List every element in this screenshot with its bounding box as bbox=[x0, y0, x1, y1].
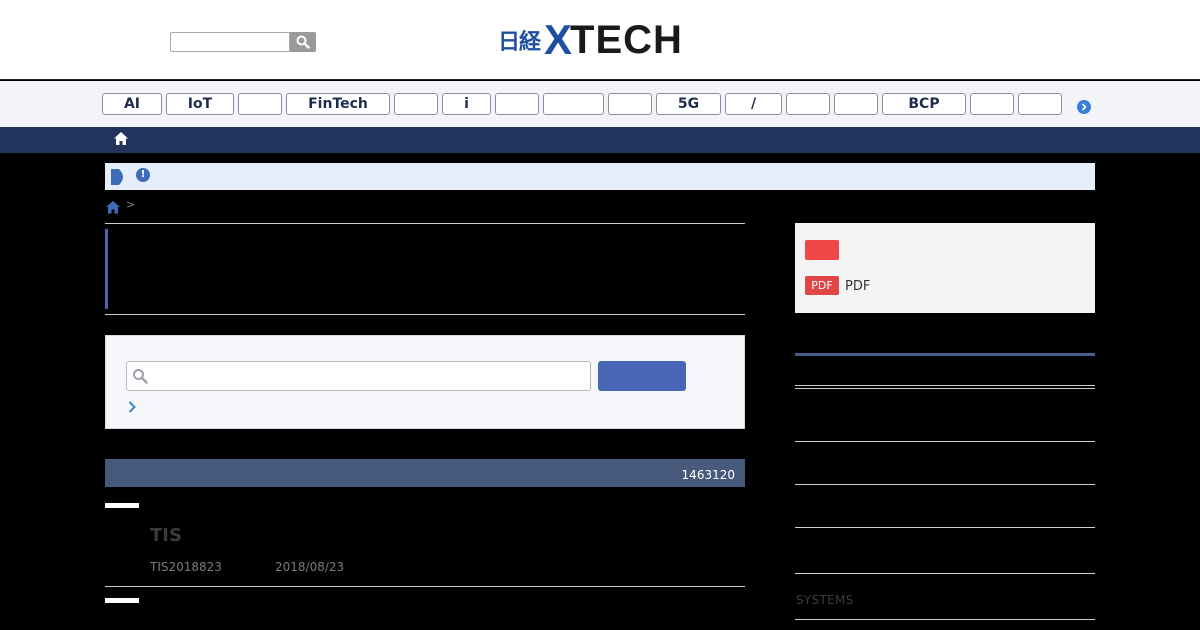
sidebar-systems-label[interactable]: SYSTEMS bbox=[796, 593, 854, 607]
page-title-accent bbox=[105, 229, 108, 309]
tag-i[interactable]: i bbox=[442, 93, 491, 115]
alert-icon: ! bbox=[136, 168, 150, 182]
tag-5g[interactable]: 5G bbox=[656, 93, 721, 115]
divider bbox=[795, 573, 1095, 574]
chevron-right-icon bbox=[1081, 103, 1087, 111]
tag-item[interactable] bbox=[543, 93, 604, 115]
home-icon bbox=[106, 201, 120, 214]
result-date: 2018/08/23 bbox=[275, 560, 345, 574]
logo-x: X bbox=[544, 16, 573, 63]
notice-bar bbox=[105, 163, 1095, 190]
divider bbox=[795, 527, 1095, 528]
search-submit-button[interactable] bbox=[598, 361, 686, 391]
header-search-button[interactable] bbox=[290, 32, 316, 52]
divider bbox=[105, 223, 745, 224]
search-icon bbox=[132, 368, 148, 388]
logo-nikkei: 日経 bbox=[498, 30, 541, 55]
sidebar-red-badge[interactable] bbox=[805, 240, 839, 260]
home-icon bbox=[114, 132, 128, 145]
tag-ai[interactable]: AI bbox=[102, 93, 162, 115]
search-input[interactable] bbox=[126, 361, 591, 391]
site-header: 日経 X TECH bbox=[0, 0, 1200, 80]
divider bbox=[795, 388, 1095, 389]
result-source: TIS2018823 bbox=[150, 560, 222, 574]
breadcrumb-home[interactable] bbox=[105, 199, 121, 218]
sidebar-section-rule bbox=[795, 353, 1095, 356]
divider bbox=[795, 441, 1095, 442]
result-marker bbox=[105, 503, 139, 508]
notice-arrow-icon bbox=[110, 168, 128, 190]
tag-nav-next-button[interactable] bbox=[1077, 100, 1091, 114]
search-icon bbox=[296, 35, 310, 49]
tag-item[interactable] bbox=[608, 93, 652, 115]
divider bbox=[795, 385, 1095, 386]
tag-slash[interactable]: / bbox=[725, 93, 782, 115]
header-search bbox=[170, 32, 316, 52]
breadcrumb-separator: > bbox=[126, 198, 136, 211]
tag-bcp[interactable]: BCP bbox=[882, 93, 966, 115]
divider bbox=[795, 484, 1095, 485]
divider bbox=[795, 619, 1095, 620]
tag-item[interactable] bbox=[495, 93, 539, 115]
result-title[interactable]: TIS bbox=[150, 525, 182, 546]
tag-item[interactable] bbox=[238, 93, 282, 115]
main-nav-bar bbox=[0, 127, 1200, 153]
site-logo[interactable]: 日経 X TECH bbox=[498, 16, 683, 63]
tag-iot[interactable]: IoT bbox=[166, 93, 234, 115]
tag-item[interactable] bbox=[970, 93, 1014, 115]
pdf-link[interactable]: PDF bbox=[845, 279, 870, 294]
logo-tech: TECH bbox=[570, 18, 683, 62]
tag-item[interactable] bbox=[394, 93, 438, 115]
home-nav-button[interactable] bbox=[113, 131, 129, 150]
results-header bbox=[105, 459, 745, 487]
tag-item[interactable] bbox=[1018, 93, 1062, 115]
tag-fintech[interactable]: FinTech bbox=[286, 93, 390, 115]
result-marker bbox=[105, 598, 139, 603]
chevron-right-icon bbox=[128, 401, 136, 413]
tag-item[interactable] bbox=[834, 93, 878, 115]
pdf-badge[interactable]: PDF bbox=[805, 276, 839, 295]
advanced-search-link[interactable] bbox=[127, 399, 137, 418]
tag-nav: AI IoT FinTech i 5G / BCP bbox=[0, 81, 1200, 127]
divider bbox=[105, 314, 745, 315]
header-search-input[interactable] bbox=[170, 32, 290, 52]
divider bbox=[105, 586, 745, 587]
results-count: 1463120 bbox=[681, 468, 735, 482]
tag-item[interactable] bbox=[786, 93, 830, 115]
sidebar-box bbox=[795, 223, 1095, 313]
